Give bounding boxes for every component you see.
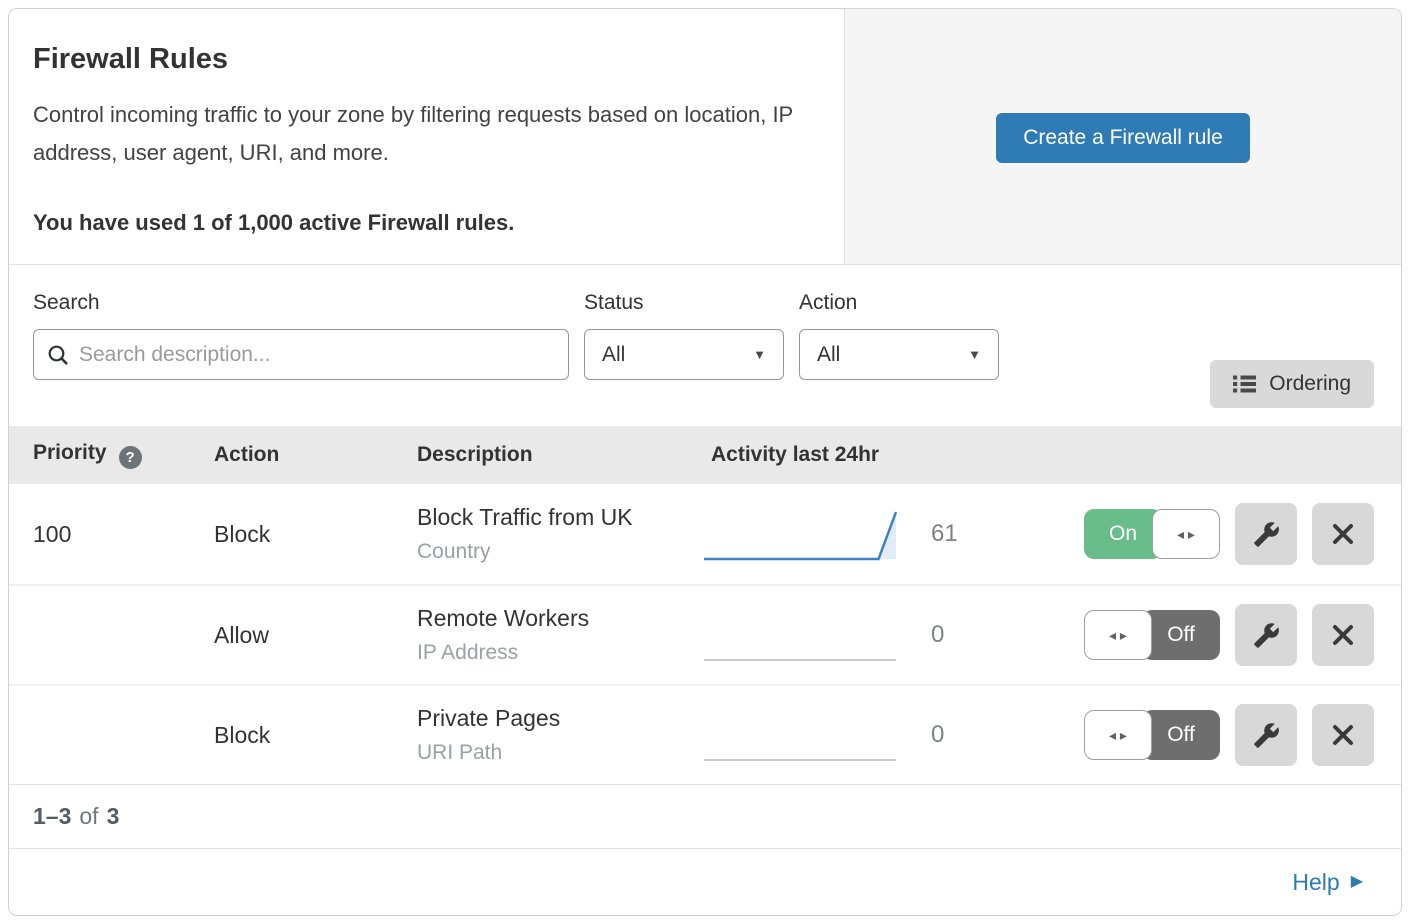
rule-match-type: IP Address	[417, 641, 701, 665]
rule-match-type: URI Path	[417, 741, 701, 765]
activity-sparkline	[701, 507, 901, 562]
column-header-activity: Activity last 24hr	[701, 443, 1084, 467]
status-filter-group: Status All ▼	[584, 291, 784, 380]
pagination-range: 1–3	[33, 803, 71, 830]
column-header-action: Action	[214, 443, 417, 467]
delete-rule-button[interactable]	[1312, 604, 1374, 666]
help-link[interactable]: Help ▶	[1292, 869, 1363, 896]
activity-sparkline	[701, 608, 901, 663]
header-text-area: Firewall Rules Control incoming traffic …	[9, 9, 844, 264]
help-row: Help ▶	[9, 848, 1401, 915]
wrench-icon	[1253, 521, 1280, 548]
delete-rule-button[interactable]	[1312, 503, 1374, 565]
search-input[interactable]	[79, 343, 555, 367]
toggle-handle[interactable]: ◂ ▸	[1084, 710, 1152, 760]
table-row: 100 Block Block Traffic from UK Country …	[9, 484, 1401, 584]
action-value: Block	[214, 521, 417, 548]
help-link-label: Help	[1292, 869, 1339, 896]
toggle-state-label: On	[1084, 509, 1162, 559]
delete-rule-button[interactable]	[1312, 704, 1374, 766]
table-row: Block Private Pages URI Path 0 Off ◂ ▸	[9, 684, 1401, 784]
rule-match-type: Country	[417, 540, 701, 564]
x-icon	[1331, 522, 1355, 546]
status-selected-value: All	[602, 343, 625, 367]
column-header-priority: Priority?	[33, 441, 214, 469]
x-icon	[1331, 623, 1355, 647]
arrows-left-right-icon: ◂ ▸	[1109, 627, 1127, 644]
toggle-handle[interactable]: ◂ ▸	[1152, 509, 1220, 559]
panel-header: Firewall Rules Control incoming traffic …	[9, 9, 1401, 265]
activity-sparkline	[701, 708, 901, 763]
search-input-wrapper	[33, 329, 569, 380]
action-select[interactable]: All ▼	[799, 329, 999, 380]
search-filter-group: Search	[33, 291, 569, 380]
priority-value: 100	[33, 521, 214, 548]
wrench-icon	[1253, 722, 1280, 749]
chevron-down-icon: ▼	[753, 347, 766, 362]
status-select[interactable]: All ▼	[584, 329, 784, 380]
toggle-state-label: Off	[1142, 610, 1220, 660]
action-label: Action	[799, 291, 999, 315]
arrows-left-right-icon: ◂ ▸	[1177, 526, 1195, 543]
header-action-area: Create a Firewall rule	[844, 9, 1401, 264]
arrow-right-icon: ▶	[1351, 874, 1363, 890]
usage-note: You have used 1 of 1,000 active Firewall…	[33, 210, 804, 236]
edit-rule-button[interactable]	[1235, 604, 1297, 666]
pagination-total: 3	[107, 803, 120, 830]
chevron-down-icon: ▼	[968, 347, 981, 362]
action-value: Block	[214, 722, 417, 749]
rule-enabled-toggle[interactable]: On ◂ ▸	[1084, 509, 1220, 559]
firewall-rules-panel: Firewall Rules Control incoming traffic …	[8, 8, 1402, 916]
pagination-separator: of	[79, 803, 98, 830]
toggle-handle[interactable]: ◂ ▸	[1084, 610, 1152, 660]
pagination: 1–3 of 3	[9, 784, 1401, 848]
table-header-row: Priority? Action Description Activity la…	[9, 426, 1401, 484]
toggle-state-label: Off	[1142, 710, 1220, 760]
rule-enabled-toggle[interactable]: Off ◂ ▸	[1084, 610, 1220, 660]
create-firewall-rule-button[interactable]: Create a Firewall rule	[996, 113, 1250, 163]
activity-count: 0	[901, 621, 1084, 649]
filter-bar: Search Status All ▼ Action All ▼	[9, 265, 1401, 426]
arrows-left-right-icon: ◂ ▸	[1109, 727, 1127, 744]
rule-description: Private Pages	[417, 705, 701, 732]
activity-count: 61	[901, 520, 1084, 548]
rule-description: Remote Workers	[417, 605, 701, 632]
page-description: Control incoming traffic to your zone by…	[33, 96, 798, 172]
activity-count: 0	[901, 721, 1084, 749]
list-icon	[1233, 374, 1256, 394]
search-icon	[47, 344, 69, 366]
action-filter-group: Action All ▼	[799, 291, 999, 380]
rule-enabled-toggle[interactable]: Off ◂ ▸	[1084, 710, 1220, 760]
page-title: Firewall Rules	[33, 43, 804, 76]
wrench-icon	[1253, 622, 1280, 649]
rule-description: Block Traffic from UK	[417, 504, 701, 531]
edit-rule-button[interactable]	[1235, 704, 1297, 766]
edit-rule-button[interactable]	[1235, 503, 1297, 565]
table-row: Allow Remote Workers IP Address 0 Off ◂ …	[9, 584, 1401, 684]
ordering-button-label: Ordering	[1269, 372, 1351, 396]
search-label: Search	[33, 291, 569, 315]
action-value: Allow	[214, 622, 417, 649]
help-icon[interactable]: ?	[119, 446, 142, 469]
status-label: Status	[584, 291, 784, 315]
x-icon	[1331, 723, 1355, 747]
ordering-button[interactable]: Ordering	[1210, 360, 1374, 408]
table-body: 100 Block Block Traffic from UK Country …	[9, 484, 1401, 784]
column-header-description: Description	[417, 443, 701, 467]
action-selected-value: All	[817, 343, 840, 367]
